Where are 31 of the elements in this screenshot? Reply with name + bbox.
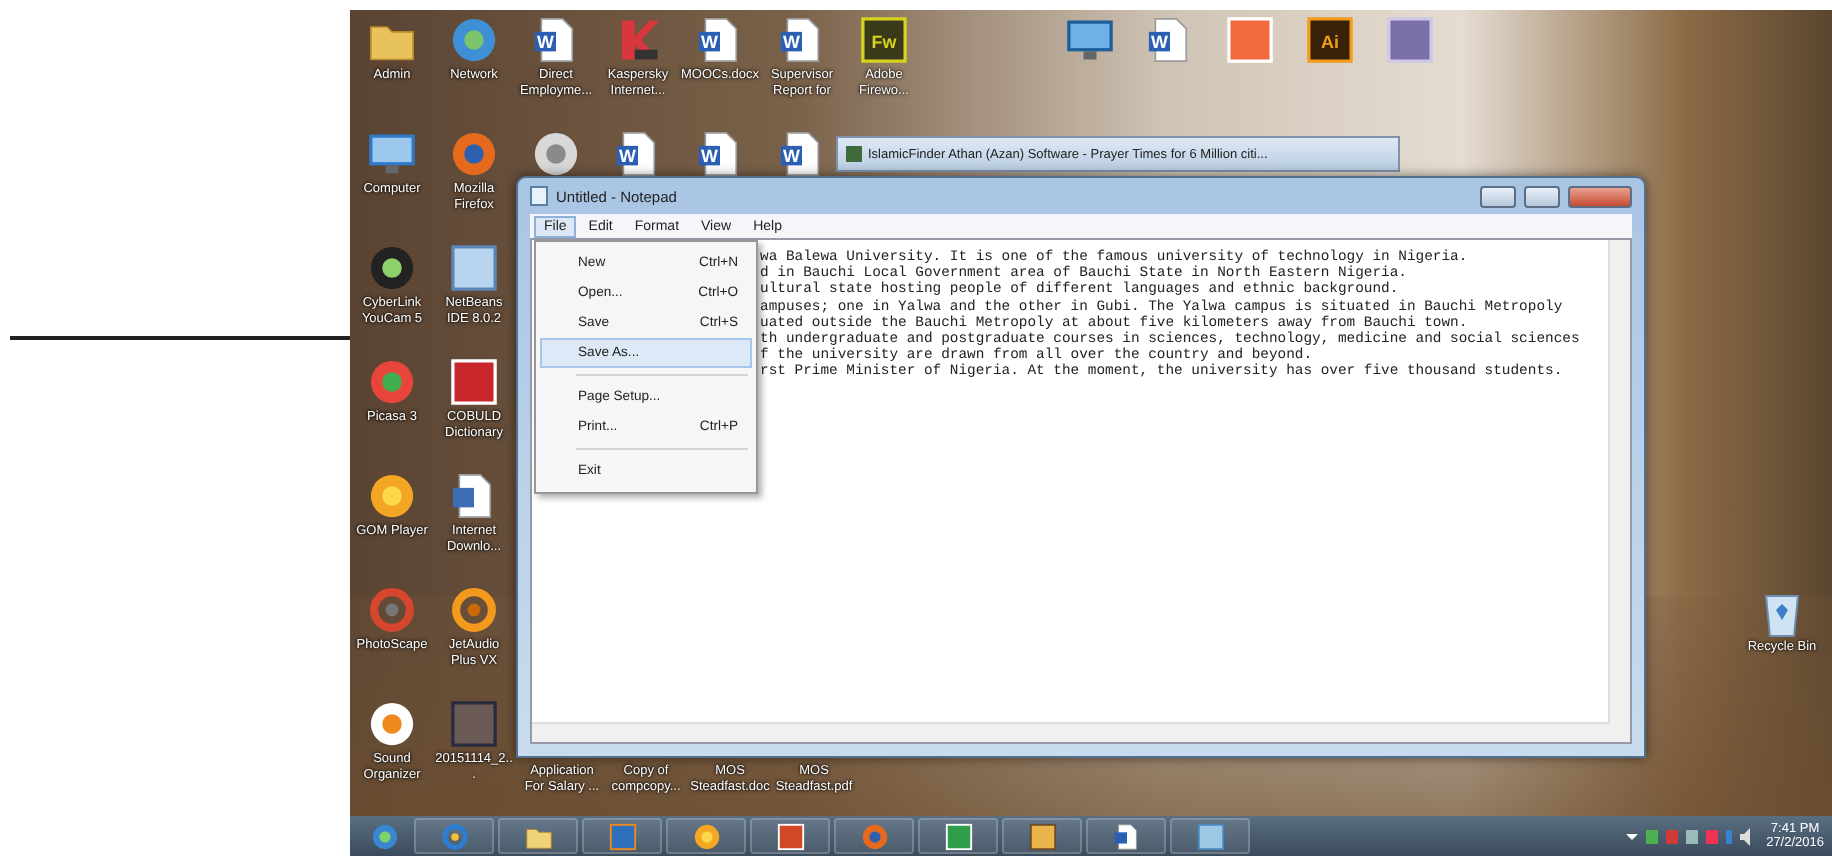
maximize-button[interactable]	[1524, 185, 1560, 207]
close-button[interactable]	[1568, 185, 1632, 207]
pdf-file-icon	[1224, 14, 1276, 66]
taskbar-button[interactable]	[1170, 818, 1250, 854]
start-orb-icon	[369, 821, 399, 851]
taskbar-button[interactable]	[1086, 818, 1166, 854]
disc-icon	[530, 128, 582, 180]
taskbar-button[interactable]	[1002, 818, 1082, 854]
minimize-button[interactable]	[1480, 185, 1516, 207]
trash-bin-icon[interactable]	[1762, 590, 1802, 638]
taskbar-button[interactable]	[750, 818, 830, 854]
globe-icon	[448, 14, 500, 66]
app-icon	[1384, 14, 1436, 66]
window-icon	[1195, 821, 1225, 851]
taskbar-button[interactable]	[498, 818, 578, 854]
app-icon: Fw	[858, 14, 910, 66]
firefox-icon	[448, 128, 500, 180]
vertical-scrollbar[interactable]	[1608, 240, 1630, 742]
tray-icons-drawing[interactable]	[1626, 827, 1755, 845]
window-icon	[846, 146, 862, 162]
taskbar-button[interactable]	[918, 818, 998, 854]
document-icon	[1111, 821, 1141, 851]
app-icon: Ai	[1304, 14, 1356, 66]
taskbar-button[interactable]	[666, 818, 746, 854]
photo-placeholder	[448, 698, 500, 750]
firefox-icon	[859, 821, 889, 851]
horizontal-scrollbar[interactable]	[532, 722, 1610, 742]
app-icon	[943, 821, 973, 851]
notepad-icon	[530, 186, 548, 206]
taskbar-button[interactable]	[582, 818, 662, 854]
ring-icon	[366, 584, 418, 636]
